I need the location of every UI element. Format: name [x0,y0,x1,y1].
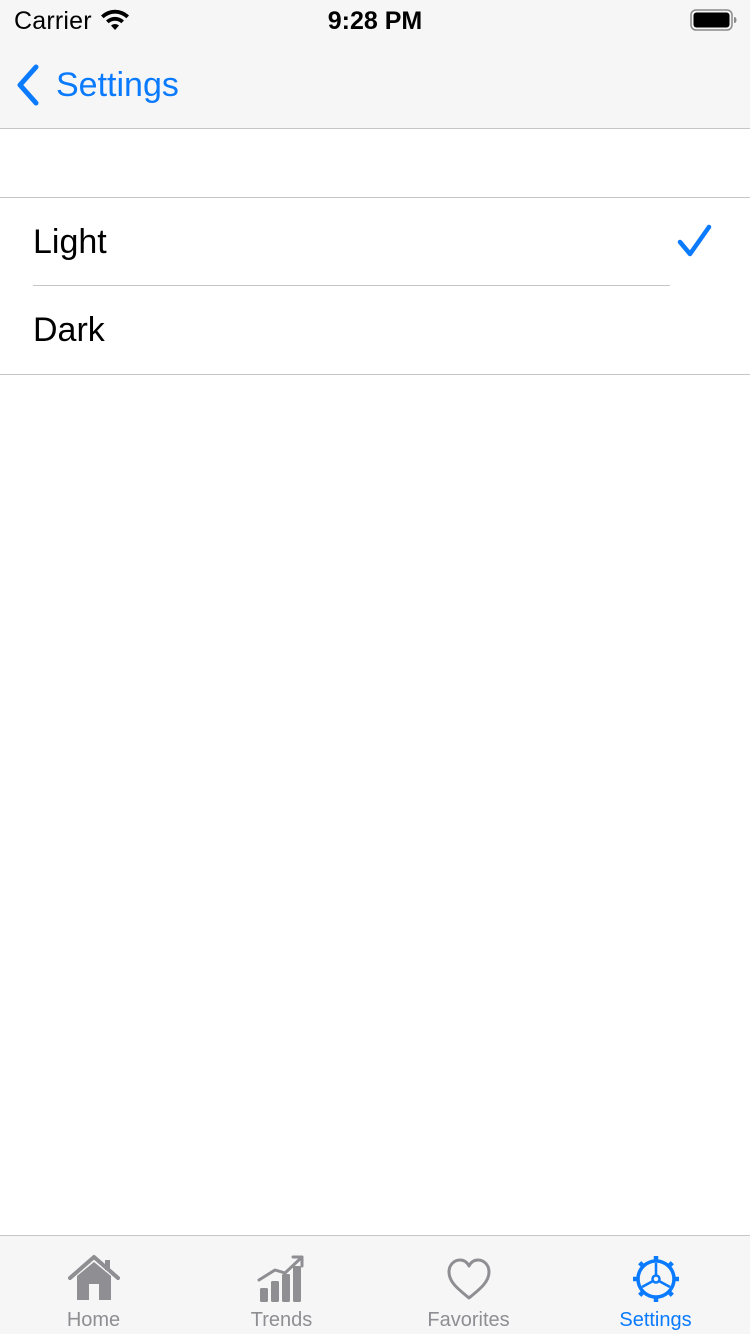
tab-label: Home [66,1309,121,1331]
option-label: Dark [33,311,105,349]
option-row-dark[interactable]: Dark [0,286,750,374]
checkmark-icon [677,224,712,257]
tab-label: Trends [250,1309,313,1331]
tab-home[interactable]: Home [0,1236,187,1334]
gear-icon [632,1256,679,1302]
tab-bar: Home Trends Favorites Settings [0,1235,750,1334]
option-row-light[interactable]: Light [0,198,750,286]
chart-bars-icon [257,1255,303,1302]
tab-settings[interactable]: Settings [562,1236,749,1334]
theme-options-list: Light Dark [0,197,750,375]
battery-icon [690,9,737,31]
tab-label: Settings [619,1309,692,1331]
tab-label: Favorites [427,1309,510,1331]
option-label: Light [33,223,107,261]
back-label: Settings [56,66,179,104]
status-time: 9:28 PM [327,7,423,35]
screen: Carrier 9:28 PM Settings Light Dark Home… [0,0,750,1334]
tab-favorites[interactable]: Favorites [375,1236,562,1334]
tab-trends[interactable]: Trends [188,1236,375,1334]
heart-icon [447,1258,490,1300]
top-bar: Carrier 9:28 PM Settings [0,0,750,129]
house-icon [67,1255,120,1300]
back-button[interactable]: Settings [14,60,179,110]
chevron-left-icon [17,64,39,106]
